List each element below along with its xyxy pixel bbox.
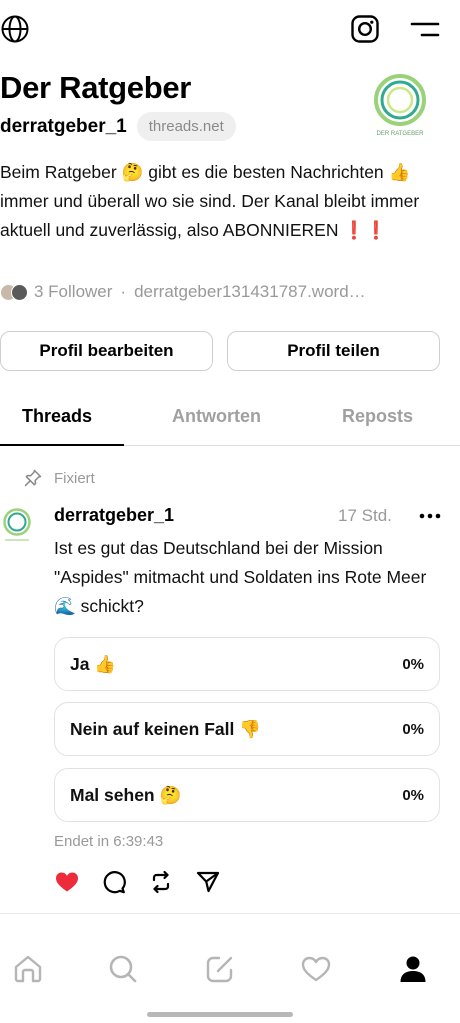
bottom-navigation	[0, 945, 460, 997]
post-username[interactable]: derratgeber_1	[54, 505, 174, 526]
tab-threads[interactable]: Threads	[22, 406, 92, 427]
profile-avatar[interactable]: DER RATGEBER	[358, 70, 442, 140]
post-text: Ist es gut das Deutschland bei der Missi…	[54, 538, 427, 616]
tab-reposts[interactable]: Reposts	[342, 406, 413, 427]
top-bar	[0, 0, 460, 60]
separator-dot: ·	[120, 282, 127, 301]
profile-name: Der Ratgeber	[0, 70, 192, 105]
profile-link[interactable]: derratgeber131431787.word…	[134, 282, 366, 302]
compose-icon[interactable]	[204, 953, 236, 985]
heart-icon[interactable]	[300, 953, 332, 985]
share-icon[interactable]	[195, 869, 221, 895]
poll-option-percent: 0%	[402, 787, 424, 804]
home-indicator	[147, 1012, 293, 1017]
post-timestamp: 17 Std.	[338, 506, 392, 525]
pinned-indicator: Fixiert	[24, 469, 95, 487]
menu-icon[interactable]	[410, 20, 440, 40]
edit-profile-button[interactable]: Profil bearbeiten	[0, 331, 213, 371]
share-profile-button[interactable]: Profil teilen	[227, 331, 440, 371]
follower-avatar	[11, 283, 28, 301]
comment-icon[interactable]	[101, 869, 127, 895]
tab-antworten[interactable]: Antworten	[172, 406, 261, 427]
post-actions	[54, 869, 242, 895]
handle-row: derratgeber_1 threads.net	[0, 112, 236, 141]
profile-tabs: Threads Antworten Reposts	[0, 392, 460, 446]
avatar-caption: DER RATGEBER	[377, 131, 425, 137]
pinned-label: Fixiert	[54, 469, 95, 487]
followers-count[interactable]: 3 Follower	[34, 282, 112, 302]
heart-filled-icon[interactable]	[54, 869, 80, 895]
poll-option-percent: 0%	[402, 721, 424, 738]
home-icon[interactable]	[12, 953, 44, 985]
more-options-icon[interactable]	[418, 506, 442, 526]
profile-icon[interactable]	[397, 953, 429, 985]
pin-icon	[24, 469, 42, 487]
poll-option-percent: 0%	[402, 656, 424, 673]
post-avatar[interactable]	[0, 507, 34, 545]
domain-badge[interactable]: threads.net	[136, 112, 236, 141]
active-tab-indicator	[0, 444, 124, 446]
profile-handle: derratgeber_1	[0, 115, 127, 137]
feed-divider	[0, 913, 460, 914]
poll-option[interactable]: Nein auf keinen Fall 👎 0%	[54, 702, 440, 756]
followers-row: 3 Follower · derratgeber131431787.word…	[0, 282, 366, 302]
poll-option-label: Ja 👍	[70, 654, 117, 674]
poll-option[interactable]: Mal sehen 🤔 0%	[54, 768, 440, 822]
poll-ends-label: Endet in 6:39:43	[54, 833, 164, 850]
poll-option-label: Nein auf keinen Fall 👎	[70, 719, 261, 739]
repost-icon[interactable]	[148, 869, 174, 895]
search-icon[interactable]	[107, 953, 139, 985]
poll-option-label: Mal sehen 🤔	[70, 785, 182, 805]
globe-icon[interactable]	[0, 14, 30, 44]
instagram-icon[interactable]	[350, 14, 380, 44]
profile-bio: Beim Ratgeber 🤔 gibt es die besten Nachr…	[0, 162, 420, 240]
poll-option[interactable]: Ja 👍 0%	[54, 637, 440, 691]
